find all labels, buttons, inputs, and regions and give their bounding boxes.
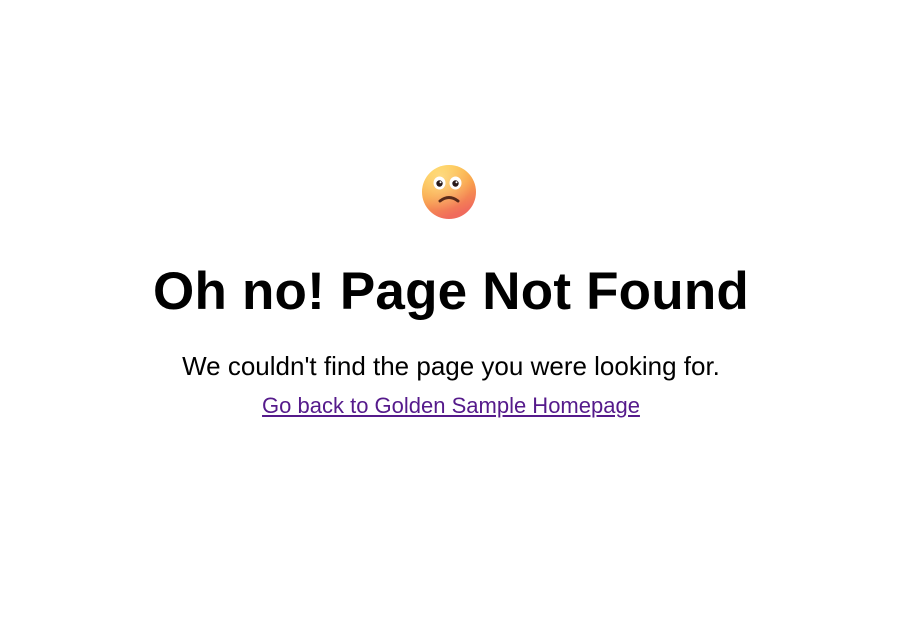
page-title: Oh no! Page Not Found <box>153 262 749 321</box>
error-message: We couldn't find the page you were looki… <box>182 351 720 381</box>
homepage-link[interactable]: Go back to Golden Sample Homepage <box>262 393 640 418</box>
worried-face-icon <box>421 164 477 220</box>
not-found-page: Oh no! Page Not Found We couldn't find t… <box>0 0 902 631</box>
link-row: Go back to Golden Sample Homepage <box>0 392 902 420</box>
